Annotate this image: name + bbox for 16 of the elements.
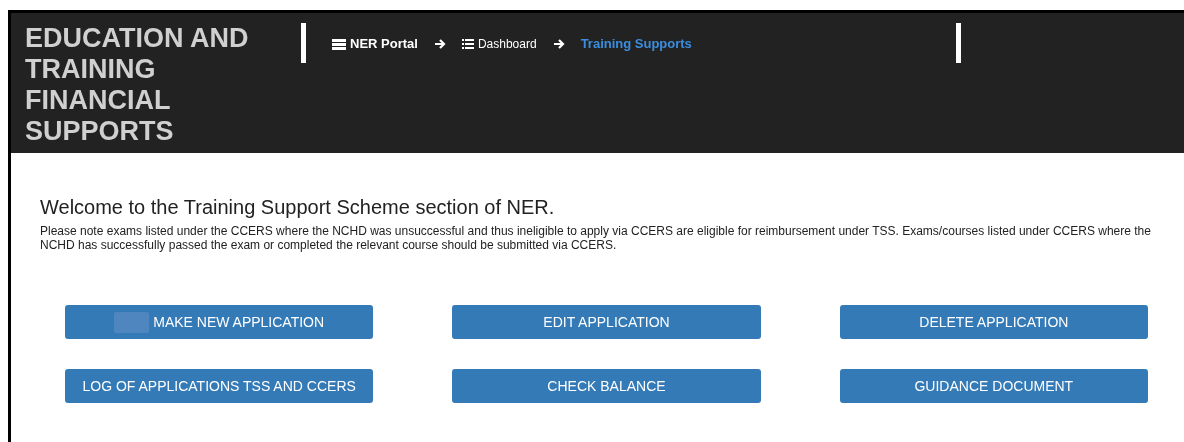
breadcrumb-link[interactable]: Dashboard [477, 35, 537, 53]
arrow-right-icon [433, 38, 446, 50]
page-title: EDUCATION AND TRAINING FINANCIAL SUPPORTS [24, 22, 250, 148]
breadcrumb-link[interactable]: NER Portal [350, 34, 418, 54]
action-button[interactable]: CHECK BALANCE [452, 369, 761, 403]
notice-text: Please note exams listed under the CCERS where the NCHD was unsuccessful and thus ineligible to apply via CCERS are eligible for reimbursement under TSS. Exams/courses listed under CCERS where the NCHD has successfully passed the exam or completed the relevant course should be submitted via CCERS. [40, 224, 1152, 252]
welcome-heading: Welcome to the Training Support Scheme section of NER. [40, 195, 556, 220]
action-button[interactable]: DELETE APPLICATION [839, 305, 1148, 339]
server-icon [332, 38, 346, 50]
action-button[interactable]: MAKE NEW APPLICATION [65, 305, 374, 339]
action-button[interactable]: GUIDANCE DOCUMENT [839, 369, 1148, 403]
action-button[interactable]: LOG OF APPLICATIONS TSS AND CCERS [65, 369, 374, 403]
list-icon [461, 39, 474, 49]
arrow-right-icon [552, 38, 565, 50]
action-button[interactable]: EDIT APPLICATION [452, 305, 761, 339]
breadcrumb-current[interactable]: Training Supports [580, 34, 692, 54]
